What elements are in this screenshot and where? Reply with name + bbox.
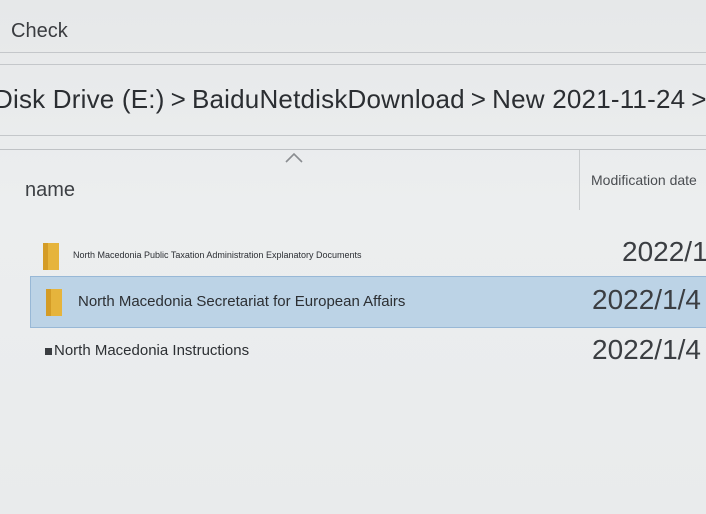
file-row[interactable]: North Macedonia Public Taxation Administ… (30, 232, 706, 280)
folder-icon (43, 243, 59, 270)
modification-date: 2022/1/4 (592, 334, 701, 365)
column-header-date[interactable]: Modification date (591, 172, 697, 188)
file-name: North Macedonia Instructions (54, 342, 250, 359)
sort-ascending-icon[interactable] (285, 153, 303, 163)
file-name: North Macedonia Secretariat for European… (78, 293, 406, 310)
divider (0, 64, 706, 65)
modification-date: 2022/1/4 (592, 284, 701, 315)
breadcrumb-separator: > (691, 84, 706, 114)
file-icon (45, 348, 52, 355)
column-header-name[interactable]: name (25, 179, 75, 202)
breadcrumb-separator: > (170, 84, 186, 114)
breadcrumb-item-drive[interactable]: Disk Drive (E:) (0, 84, 165, 114)
breadcrumb-item-download[interactable]: BaiduNetdiskDownload (192, 84, 465, 114)
divider (0, 52, 706, 53)
file-row[interactable]: North Macedonia Instructions 2022/1/4 (0, 330, 701, 378)
divider (0, 149, 706, 150)
folder-icon (46, 289, 62, 316)
column-divider[interactable] (579, 150, 580, 210)
file-row-selected[interactable]: North Macedonia Secretariat for European… (30, 276, 706, 328)
breadcrumb[interactable]: Disk Drive (E:) > BaiduNetdiskDownload > New… (0, 84, 706, 115)
breadcrumb-item-folder[interactable]: New 2021-11-24 (492, 84, 685, 114)
check-button[interactable]: Check (11, 20, 68, 43)
breadcrumb-separator: > (470, 84, 487, 114)
divider (0, 135, 706, 136)
file-name: North Macedonia Public Taxation Administ… (73, 250, 362, 260)
modification-date: 2022/1/4 (622, 236, 706, 267)
file-explorer-window: Check Disk Drive (E:) > BaiduNetdiskDownlo… (0, 0, 706, 514)
